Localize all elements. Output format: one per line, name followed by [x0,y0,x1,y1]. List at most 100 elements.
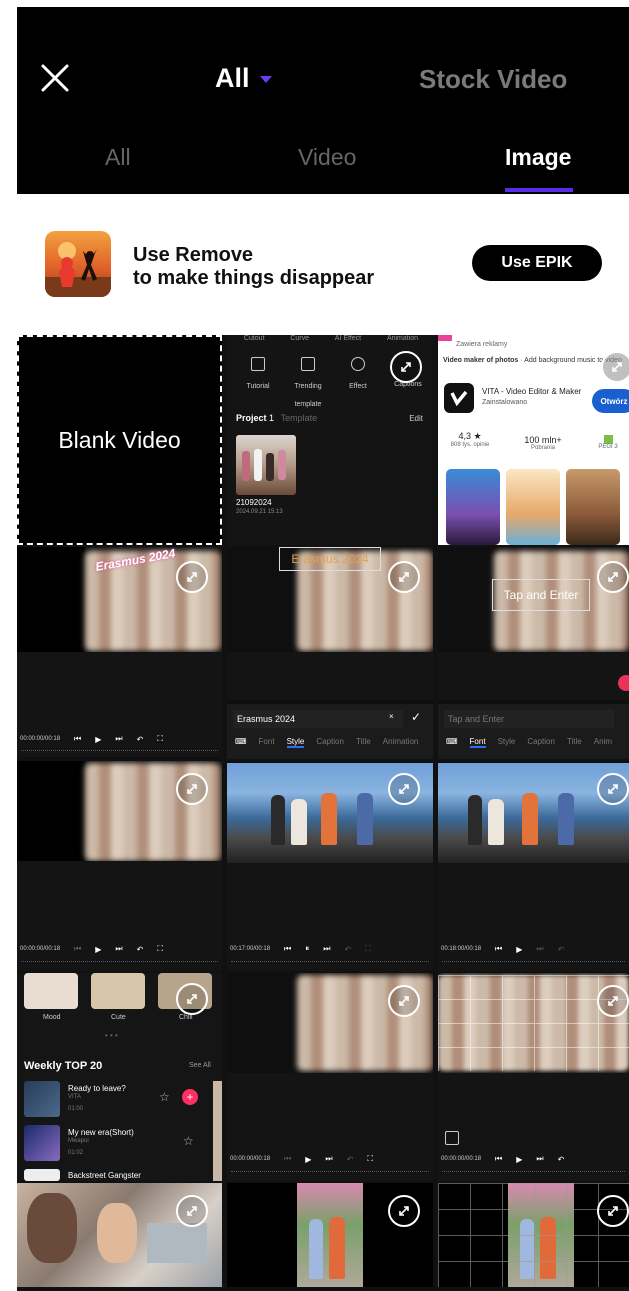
grid-overlay [438,1183,629,1287]
keyboard-icon[interactable]: ⌨ [235,737,247,748]
undo-icon[interactable]: ↶ [137,945,144,954]
media-thumb-erasmus-sticker[interactable]: Erasmus 2024 00:00:00/00:18 ⏮ ▶ ⏭ ↶ ⛶ [17,547,222,759]
text-input[interactable]: Erasmus 2024 [233,710,403,728]
tab-font[interactable]: Font [469,737,486,748]
keyboard-icon[interactable]: ⌨ [446,737,458,748]
expand-icon[interactable] [597,1195,629,1227]
clear-icon[interactable]: × [389,712,394,721]
star-icon[interactable]: ☆ [183,1134,194,1148]
skip-back-icon[interactable]: ⏮ [74,734,81,744]
skip-forward-icon[interactable]: ⏭ [115,944,122,954]
tutorial-icon [251,357,265,371]
tab-title[interactable]: Title [356,737,371,748]
media-thumb-selfie[interactable] [17,1183,222,1287]
capcut-feature-tutorial: Tutorial [238,357,278,411]
skip-back-icon[interactable]: ⏮ [284,944,291,954]
promo-banner: Use Remove to make things disappear Use … [0,195,629,333]
close-icon[interactable] [38,61,72,95]
undo-icon[interactable]: ↶ [137,735,144,744]
tab-caption[interactable]: Caption [316,737,344,748]
undo-icon[interactable]: ↶ [344,945,351,954]
expand-icon[interactable] [388,985,420,1017]
star-icon[interactable]: ☆ [159,1090,170,1104]
media-thumb-garden-grid[interactable] [438,1183,629,1287]
rating-value: 4,3 ★ [458,431,482,441]
text-input[interactable]: Tap and Enter [444,710,614,728]
media-thumb-grid-blur[interactable]: 00:00:00/00:18 ⏮ ▶ ⏭ ↶ [438,973,629,1181]
expand-icon[interactable] [388,561,420,593]
media-thumb-capcut-home[interactable]: Cutout Curve AI Effect Animation Tutoria… [227,335,433,545]
track-name: Backstreet Gangster [68,1171,141,1180]
fullscreen-icon[interactable]: ⛶ [367,1154,373,1164]
ad-note: Zawiera reklamy [456,341,508,348]
capcut-top-row: Cutout Curve AI Effect Animation [231,335,431,342]
play-icon[interactable]: ▶ [305,1155,311,1164]
skip-back-icon[interactable]: ⏮ [284,1154,291,1164]
expand-icon[interactable] [388,773,420,805]
fullscreen-icon[interactable]: ⛶ [157,734,163,744]
expand-icon[interactable] [390,351,422,383]
expand-icon[interactable] [597,561,629,593]
play-icon[interactable]: ▶ [95,945,101,954]
tab-style[interactable]: Style [498,737,516,748]
media-thumb-erasmus-edit[interactable]: Erasmus 2024 Erasmus 2024 × ✓ ⌨ Font Sty… [227,547,433,759]
pause-icon[interactable]: ⏸ [305,944,309,954]
pegi-icon [603,435,613,444]
expand-icon[interactable] [597,773,629,805]
skip-forward-icon[interactable]: ⏭ [323,944,330,954]
filter-dropdown[interactable]: All [215,63,272,94]
media-thumb-blur-2[interactable]: 00:00:00/00:18 ⏮ ▶ ⏭ ↶ ⛶ [227,973,433,1181]
expand-icon[interactable] [388,1195,420,1227]
media-thumb-blur-playback[interactable]: 00:00:00/00:18 ⏮ ▶ ⏭ ↶ ⛶ [17,761,222,971]
skip-back-icon[interactable]: ⏮ [74,944,81,954]
open-app-button[interactable]: Otwórz [592,389,629,413]
play-icon[interactable]: ▶ [516,945,522,954]
tab-font[interactable]: Font [259,737,275,748]
fullscreen-icon[interactable]: ⛶ [157,944,163,954]
fullscreen-icon[interactable]: ⛶ [365,944,371,954]
tab-style[interactable]: Style [286,737,305,748]
tab-image[interactable]: Image [505,144,571,171]
stock-video-tab[interactable]: Stock Video [419,64,567,95]
grid-toggle-icon[interactable] [445,1131,459,1145]
expand-icon[interactable] [176,983,208,1015]
tab-animation[interactable]: Anim [594,737,612,748]
media-thumb-boat-photo[interactable]: 00:17:00/00:18 ⏮ ⏸ ⏭ ↶ ⛶ [227,761,433,971]
undo-icon[interactable]: ↶ [558,945,565,954]
tab-title[interactable]: Title [567,737,582,748]
skip-forward-icon[interactable]: ⏭ [536,1154,543,1164]
undo-icon[interactable]: ↶ [558,1155,565,1164]
expand-icon[interactable] [601,351,629,383]
media-thumb-garden[interactable] [227,1183,433,1287]
undo-icon[interactable]: ↶ [347,1155,354,1164]
expand-icon[interactable] [176,773,208,805]
use-epik-button[interactable]: Use EPIK [472,245,602,281]
media-thumb-tap-enter[interactable]: Tap and Enter Tap and Enter ⌨ Font Style… [438,547,629,759]
expand-icon[interactable] [176,561,208,593]
feature-label: Tutorial [246,383,270,390]
play-icon[interactable]: ▶ [516,1155,522,1164]
tab-video[interactable]: Video [298,144,356,171]
see-all-link[interactable]: See All [189,1062,211,1069]
play-icon[interactable]: ▶ [95,735,101,744]
skip-forward-icon[interactable]: ⏭ [325,1154,332,1164]
skip-back-icon[interactable]: ⏮ [495,1154,502,1164]
caption-bold: Video maker of photos [443,357,519,364]
tab-caption[interactable]: Caption [527,737,555,748]
media-thumb-boat-photo-2[interactable]: 00:18:00/00:18 ⏮ ▶ ⏭ ↶ [438,761,629,971]
blank-video-tile[interactable]: Blank Video [17,335,222,545]
add-badge [618,675,629,691]
skip-back-icon[interactable]: ⏮ [495,944,502,954]
confirm-check-icon[interactable]: ✓ [411,710,421,724]
expand-icon[interactable] [597,985,629,1017]
skip-forward-icon[interactable]: ⏭ [115,734,122,744]
media-thumb-play-store[interactable]: Zawiera reklamy Video maker of photos · … [438,335,629,545]
tab-all[interactable]: All [105,144,131,171]
add-track-icon[interactable]: + [182,1089,198,1105]
promo-line-1: Use Remove [133,244,254,266]
expand-icon[interactable] [176,1195,208,1227]
promo-line-2: to make things disappear [133,267,375,289]
media-thumb-music-library[interactable]: Mood Cute Chill • • • Weekly TOP 20 See … [17,973,222,1181]
skip-forward-icon[interactable]: ⏭ [536,944,543,954]
tab-animation[interactable]: Animation [383,737,419,748]
